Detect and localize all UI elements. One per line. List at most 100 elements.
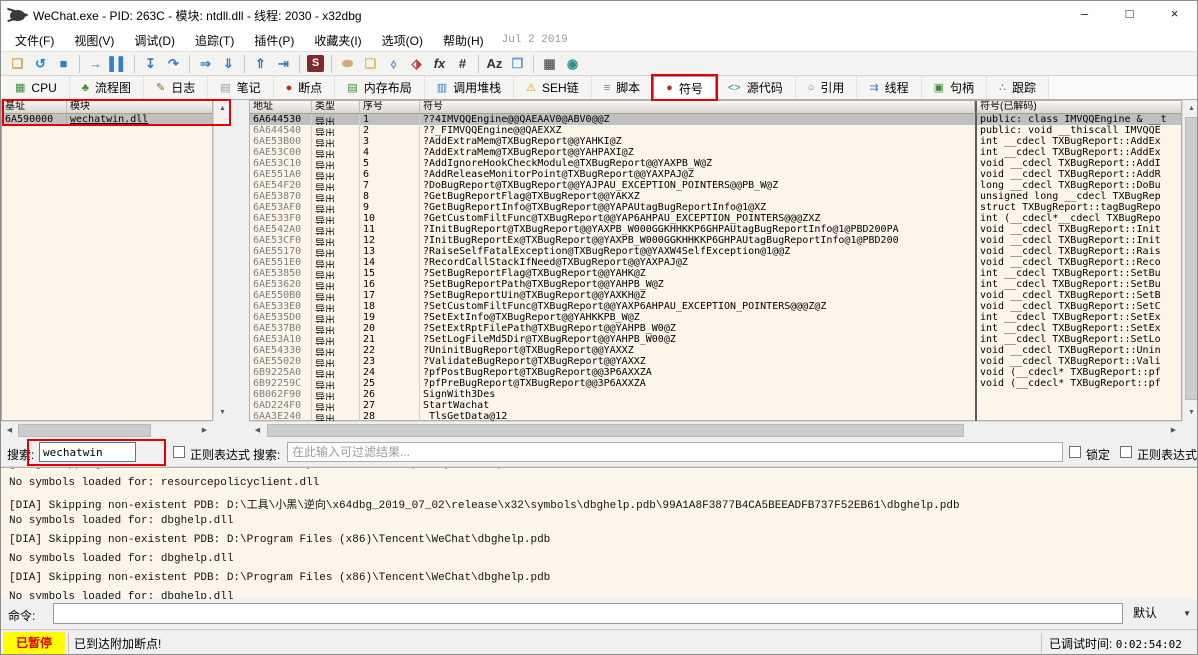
symbol-row[interactable]: 6AE54F20导出7?DoBugReport@TXBugReport@@YAJ… bbox=[250, 180, 1181, 191]
symbol-row[interactable]: 6AE535D0导出19?SetExtInfo@TXBugReport@@YAH… bbox=[250, 312, 1181, 323]
calculator-icon[interactable]: ▦ bbox=[538, 54, 561, 74]
symbol-row[interactable]: 6A644540导出2??_FIMVQQEngine@@QAEXXZpublic… bbox=[250, 125, 1181, 136]
symbol-row[interactable]: 6AE55170导出13?RaiseSelfFatalException@TXB… bbox=[250, 246, 1181, 257]
copy-source-icon[interactable]: ❒ bbox=[506, 54, 529, 74]
open-file-icon[interactable]: ❏ bbox=[6, 54, 29, 74]
menu-item[interactable]: 追踪(T) bbox=[185, 29, 244, 52]
menu-item[interactable]: 文件(F) bbox=[5, 29, 64, 52]
column-header-ordinal[interactable]: 序号 bbox=[360, 101, 420, 114]
scroll-down-icon[interactable]: ▼ bbox=[1183, 404, 1198, 421]
symbol-row[interactable]: 6AD224F0导出27StartWachat bbox=[250, 400, 1181, 411]
lock-checkbox[interactable] bbox=[1069, 446, 1081, 458]
regex-checkbox[interactable] bbox=[173, 446, 185, 458]
symbol-row[interactable]: 6AE551A0导出6?AddReleaseMonitorPoint@TXBug… bbox=[250, 169, 1181, 180]
scroll-up-icon[interactable]: ▲ bbox=[1183, 100, 1198, 117]
symbol-vscrollbar[interactable]: ▲ ▼ bbox=[1182, 100, 1198, 421]
bookmarks-icon[interactable]: ⬗ bbox=[405, 54, 428, 74]
scroll-right-icon[interactable]: ▶ bbox=[196, 422, 213, 439]
scroll-left-icon[interactable]: ◀ bbox=[249, 422, 266, 439]
scroll-down-icon[interactable]: ▼ bbox=[214, 404, 231, 421]
case-icon[interactable]: Az bbox=[483, 54, 506, 74]
scroll-right-icon[interactable]: ▶ bbox=[1165, 422, 1182, 439]
tab-notes[interactable]: ▤笔记 bbox=[208, 76, 273, 99]
scylla-icon[interactable]: S bbox=[307, 55, 324, 72]
symbol-row[interactable]: 6AE53850导出15?SetBugReportFlag@TXBugRepor… bbox=[250, 268, 1181, 279]
symbol-row[interactable]: 6AE53620导出16?SetBugReportPath@TXBugRepor… bbox=[250, 279, 1181, 290]
step-over-icon[interactable]: ↷ bbox=[162, 54, 185, 74]
filter-input[interactable] bbox=[287, 442, 1063, 462]
step-into-icon[interactable]: ↧ bbox=[139, 54, 162, 74]
scroll-left-icon[interactable]: ◀ bbox=[1, 422, 18, 439]
menu-item[interactable]: 收藏夹(I) bbox=[304, 29, 371, 52]
search-input[interactable] bbox=[39, 442, 136, 462]
scroll-thumb[interactable] bbox=[1185, 117, 1198, 400]
column-header-module[interactable]: 模块 bbox=[67, 101, 212, 114]
execute-till-return-icon[interactable]: ⇓ bbox=[217, 54, 240, 74]
symbol-row[interactable]: 6AE53B00导出3?AddExtraMem@TXBugReport@@YAH… bbox=[250, 136, 1181, 147]
tab-threads[interactable]: ⇉线程 bbox=[857, 76, 921, 99]
regex-filter-checkbox[interactable] bbox=[1120, 446, 1132, 458]
symbol-row[interactable]: 6AE53AF0导出9?GetBugReportInfo@TXBugReport… bbox=[250, 202, 1181, 213]
tab-memory-map[interactable]: ▤内存布局 bbox=[335, 76, 424, 99]
symbol-row[interactable]: 6AE550B0导出17?SetBugReportUin@TXBugReport… bbox=[250, 290, 1181, 301]
hash-icon[interactable]: # bbox=[451, 54, 474, 74]
symbol-row[interactable]: 6AE53CF0导出12?InitBugReportEx@TXBugReport… bbox=[250, 235, 1181, 246]
symbol-row[interactable]: 6AE542A0导出11?InitBugReport@TXBugReport@@… bbox=[250, 224, 1181, 235]
symbol-row[interactable]: 6B92259C导出25?pfPreBugReport@TXBugReport@… bbox=[250, 378, 1181, 389]
menu-item[interactable]: 调试(D) bbox=[124, 29, 185, 52]
tab-symbols[interactable]: ●符号 bbox=[653, 76, 716, 99]
symbol-row[interactable]: 6AE551E0导出14?RecordCallStackIfNeed@TXBug… bbox=[250, 257, 1181, 268]
minimize-button[interactable]: – bbox=[1062, 1, 1107, 29]
symbol-row[interactable]: 6A644530导出1??4IMVQQEngine@@QAEAAV0@ABV0@… bbox=[250, 114, 1181, 125]
comments-icon[interactable]: ❑ bbox=[359, 54, 382, 74]
tab-script[interactable]: ≡脚本 bbox=[592, 76, 653, 99]
symbol-row[interactable]: 6AE53C10导出5?AddIgnoreHookCheckModule@TXB… bbox=[250, 158, 1181, 169]
column-header-address[interactable]: 地址 bbox=[250, 101, 312, 114]
menu-item[interactable]: 视图(V) bbox=[64, 29, 124, 52]
pause-icon[interactable]: ▌▌ bbox=[107, 54, 130, 74]
symbol-row[interactable]: 6AE53C00导出4?AddExtraMem@TXBugReport@@YAH… bbox=[250, 147, 1181, 158]
labels-icon[interactable]: ⬨ bbox=[382, 54, 405, 74]
globe-icon[interactable]: ◉ bbox=[561, 54, 584, 74]
symbol-row[interactable]: 6AE53870导出8?GetBugReportFlag@TXBugReport… bbox=[250, 191, 1181, 202]
scroll-up-icon[interactable]: ▲ bbox=[214, 100, 231, 117]
tab-trace[interactable]: ∴跟踪 bbox=[987, 76, 1049, 99]
menu-item[interactable]: 选项(O) bbox=[372, 29, 433, 52]
column-header-symbol[interactable]: 符号 bbox=[420, 101, 975, 114]
tab-log[interactable]: ✎日志 bbox=[144, 76, 208, 99]
menu-item[interactable]: 帮助(H) bbox=[433, 29, 494, 52]
scroll-thumb[interactable] bbox=[18, 424, 151, 437]
tab-cpu[interactable]: ▦CPU bbox=[3, 76, 70, 99]
close-button[interactable]: × bbox=[1152, 1, 1197, 29]
tab-references[interactable]: ○引用 bbox=[796, 76, 858, 99]
module-row[interactable]: 6A590000 wechatwin.dll bbox=[2, 114, 212, 125]
patch-icon[interactable]: ⬬ bbox=[336, 54, 359, 74]
maximize-button[interactable]: □ bbox=[1107, 1, 1152, 29]
symbol-row[interactable]: 6AE55020导出23?ValidateBugReport@TXBugRepo… bbox=[250, 356, 1181, 367]
tab-seh-chain[interactable]: ⚠SEH链 bbox=[514, 76, 592, 99]
command-input[interactable] bbox=[53, 603, 1123, 624]
symbol-row[interactable]: 6AE533E0导出18?SetCustomFiltFunc@TXBugRepo… bbox=[250, 301, 1181, 312]
tab-breakpoints[interactable]: ●断点 bbox=[274, 76, 336, 99]
run-to-selection-icon[interactable]: ⇒ bbox=[194, 54, 217, 74]
column-header-demangled[interactable]: 符号(已解码) bbox=[975, 101, 1181, 114]
tab-graph[interactable]: ♣流程图 bbox=[70, 76, 144, 99]
tab-source-code[interactable]: <>源代码 bbox=[716, 76, 796, 99]
run-until-return-icon[interactable]: ⇑ bbox=[249, 54, 272, 74]
symbol-row[interactable]: 6AE537B0导出20?SetExtRptFilePath@TXBugRepo… bbox=[250, 323, 1181, 334]
scroll-thumb[interactable] bbox=[267, 424, 964, 437]
close-debuggee-icon[interactable]: ■ bbox=[52, 54, 75, 74]
symbol-row[interactable]: 6AE533F0导出10?GetCustomFiltFunc@TXBugRepo… bbox=[250, 213, 1181, 224]
tab-call-stack[interactable]: ▥调用堆栈 bbox=[425, 76, 514, 99]
column-header-type[interactable]: 类型 bbox=[312, 101, 360, 114]
command-profile-dropdown[interactable]: 默认 ▼ bbox=[1127, 603, 1195, 624]
symbol-row[interactable]: 6AE54330导出22?UninitBugReport@TXBugReport… bbox=[250, 345, 1181, 356]
run-to-user-code-icon[interactable]: ⇥ bbox=[272, 54, 295, 74]
module-hscrollbar[interactable]: ◀ ▶ bbox=[1, 421, 213, 438]
restart-icon[interactable]: ↺ bbox=[29, 54, 52, 74]
column-header-base[interactable]: 基址 bbox=[2, 101, 67, 114]
run-icon[interactable]: → bbox=[84, 54, 107, 74]
symbol-row[interactable]: 6B9225A0导出24?pfPostBugReport@TXBugReport… bbox=[250, 367, 1181, 378]
symbol-row[interactable]: 6AE53A10导出21?SetLogFileMd5Dir@TXBugRepor… bbox=[250, 334, 1181, 345]
menu-item[interactable]: 插件(P) bbox=[244, 29, 304, 52]
